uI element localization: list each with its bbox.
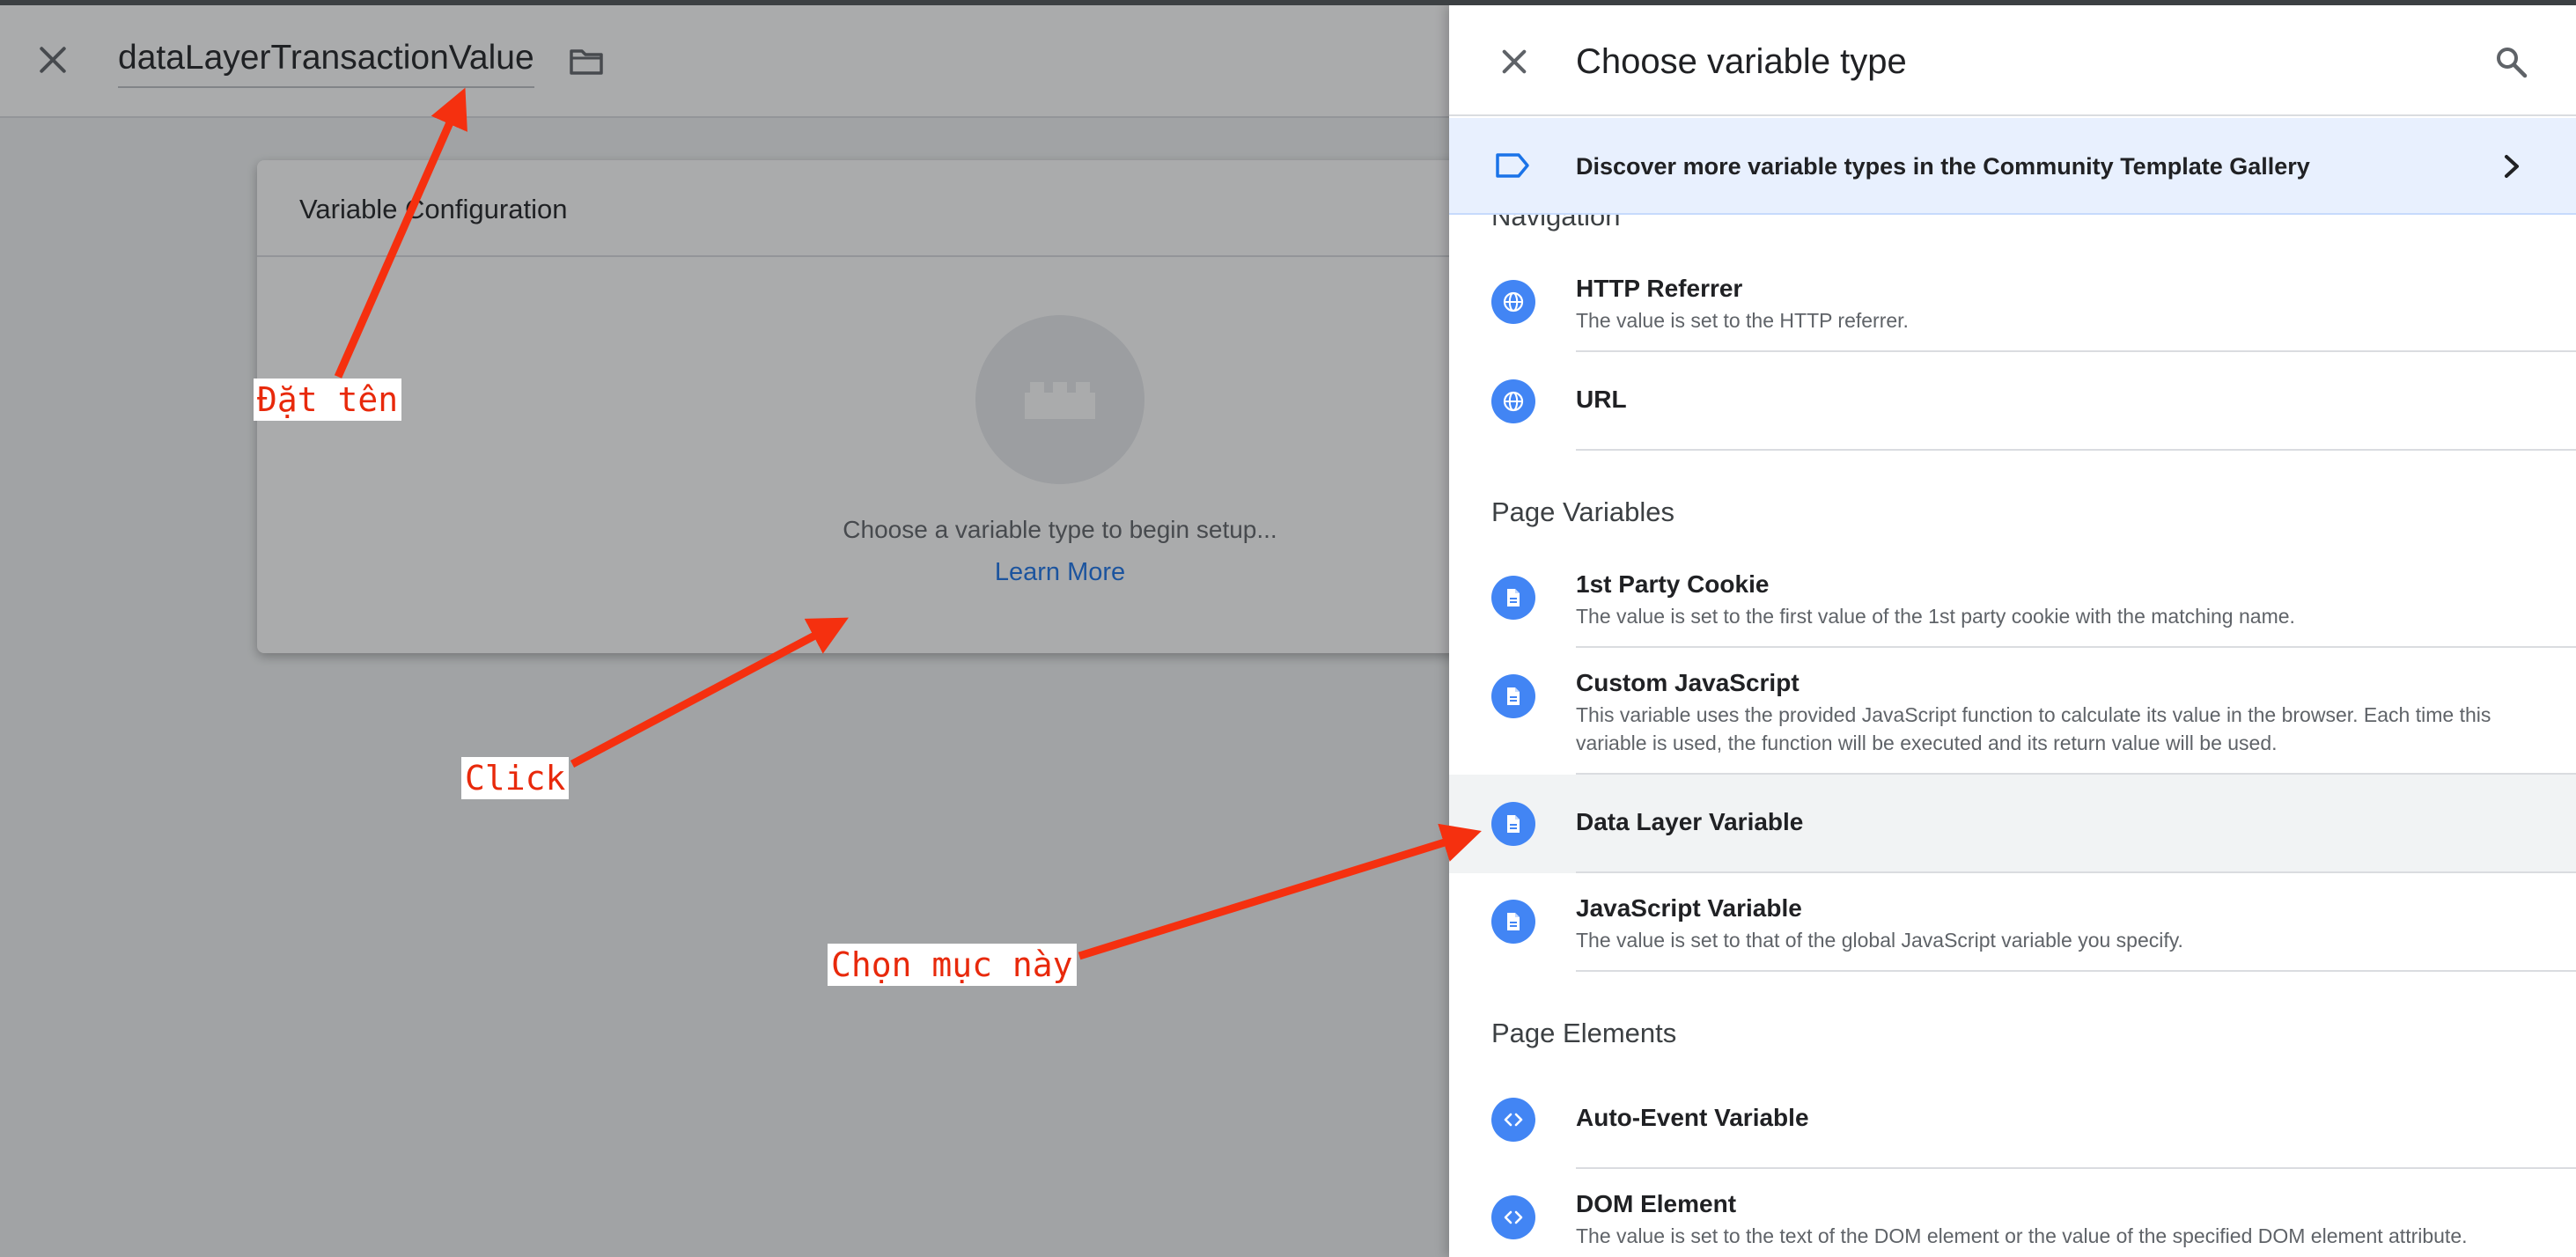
community-gallery-banner[interactable]: Discover more variable types in the Comm… [1449,118,2576,215]
dim-overlay[interactable] [0,0,1449,1257]
variable-type-javascript-variable[interactable]: JavaScript Variable The value is set to … [1449,873,2576,972]
document-icon [1491,900,1535,944]
document-icon [1491,576,1535,620]
code-icon [1491,1098,1535,1142]
variable-type-data-layer-variable[interactable]: Data Layer Variable [1449,775,2576,873]
item-description: The value is set to that of the global J… [1576,929,2183,952]
item-divider [1576,449,2576,451]
item-title: 1st Party Cookie [1576,570,1770,598]
banner-text: Discover more variable types in the Comm… [1576,153,2310,180]
item-title: DOM Element [1576,1190,1737,1217]
variable-type-auto-event-variable[interactable]: Auto-Event Variable [1449,1070,2576,1169]
item-title: Custom JavaScript [1576,669,1800,696]
variable-type-1st-party-cookie[interactable]: 1st Party Cookie The value is set to the… [1449,549,2576,648]
item-description: This variable uses the provided JavaScri… [1576,703,2491,754]
choose-variable-type-panel: Choose variable type Discover more varia… [1449,5,2576,1257]
item-title: URL [1576,386,1627,413]
tag-icon [1496,153,1529,178]
item-description: The value is set to the text of the DOM … [1576,1224,2468,1247]
variable-type-url[interactable]: URL [1449,352,2576,451]
section-label-page-elements: Page Elements [1491,1018,1677,1048]
item-title: Auto-Event Variable [1576,1104,1809,1131]
variable-editor: dataLayerTransactionValue Variable Confi… [0,0,1449,1257]
item-description: The value is set to the HTTP referrer. [1576,309,1909,332]
variable-type-custom-javascript[interactable]: Custom JavaScript This variable uses the… [1449,648,2576,775]
panel-close-icon[interactable] [1498,46,1530,77]
top-strip [0,0,2576,5]
chevron-right-icon [2505,155,2519,178]
item-title: JavaScript Variable [1576,894,1802,922]
variable-type-http-referrer[interactable]: HTTP Referrer The value is set to the HT… [1449,254,2576,352]
variable-type-list: Navigation HTTP Referrer The value is se… [1449,215,2576,1257]
item-title: HTTP Referrer [1576,275,1743,302]
variable-type-dom-element[interactable]: DOM Element The value is set to the text… [1449,1169,2576,1257]
item-divider [1576,970,2576,972]
document-icon [1491,674,1535,718]
document-icon [1491,802,1535,846]
panel-header: Choose variable type [1449,5,2576,116]
panel-title: Choose variable type [1576,42,1907,81]
section-label-navigation: Navigation [1491,215,1621,232]
item-title: Data Layer Variable [1576,808,1804,835]
item-description: The value is set to the first value of t… [1576,605,2295,628]
globe-icon [1491,379,1535,423]
code-icon [1491,1195,1535,1239]
globe-icon [1491,280,1535,324]
section-label-page-variables: Page Variables [1491,496,1674,527]
search-icon[interactable] [2493,44,2528,79]
